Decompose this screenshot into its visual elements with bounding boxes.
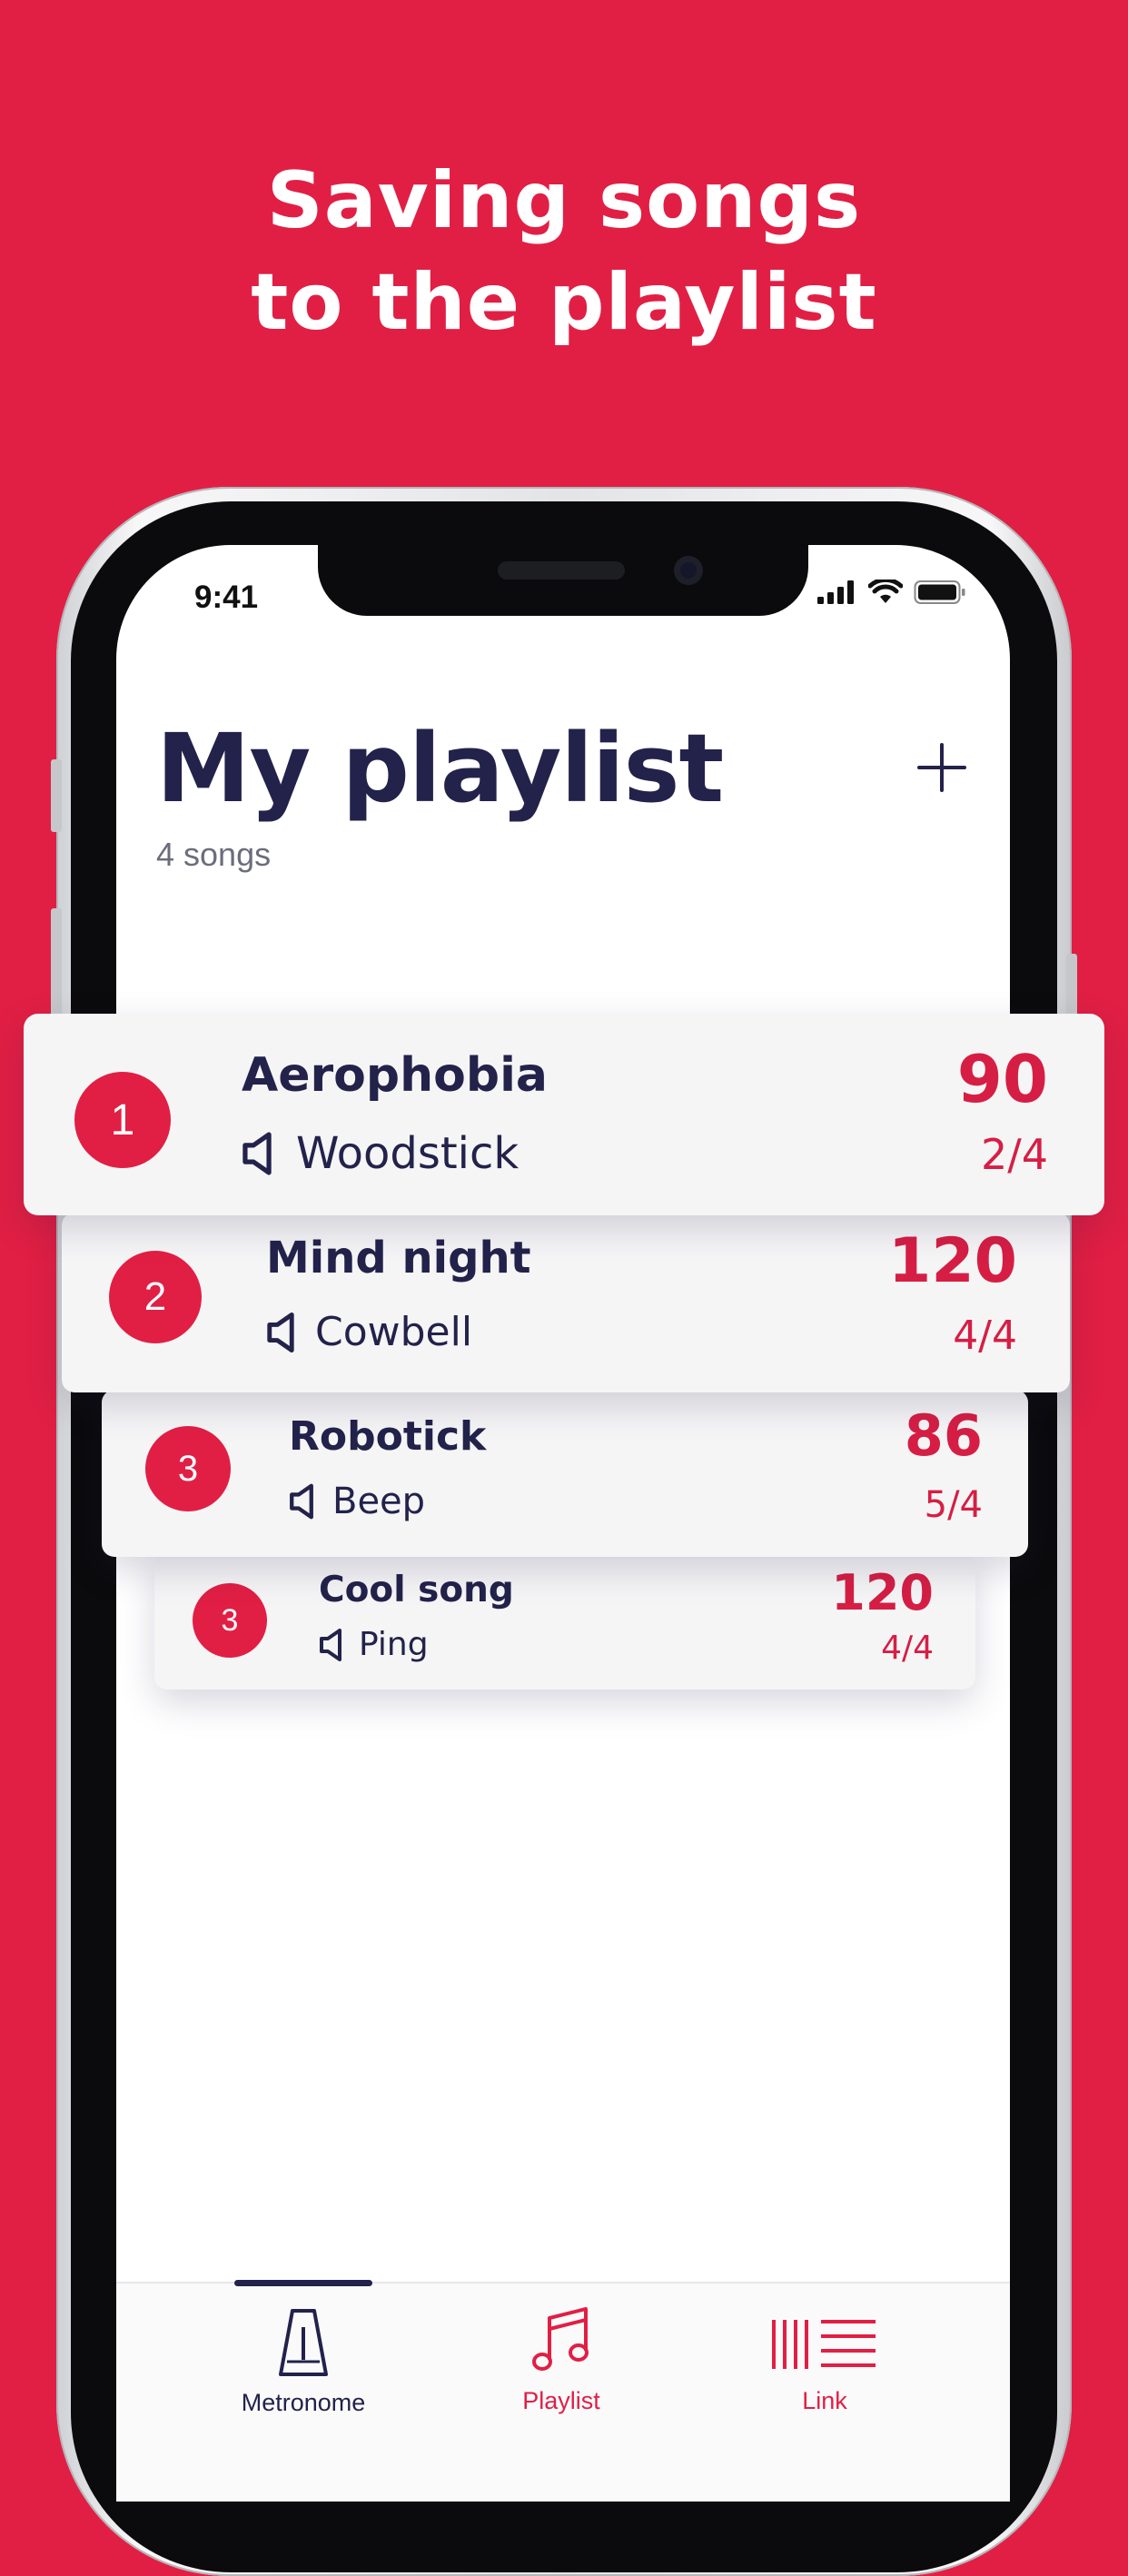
song-number-badge: 2	[109, 1251, 202, 1343]
page-title: My playlist	[156, 713, 724, 824]
link-bars-icon	[772, 2320, 876, 2369]
tab-metronome[interactable]: Metronome	[167, 2284, 440, 2465]
tab-label: Metronome	[241, 2389, 366, 2416]
song-bpm: 120	[888, 1225, 1017, 1297]
song-bpm: 120	[831, 1564, 934, 1621]
add-song-button[interactable]	[910, 736, 974, 799]
speaker-grille	[498, 561, 625, 580]
notch	[318, 545, 808, 616]
front-camera	[674, 556, 703, 585]
speaker-icon	[290, 1483, 313, 1520]
promo-headline: Saving songs to the playlist	[0, 150, 1128, 353]
tab-label: Playlist	[522, 2387, 600, 2414]
music-note-icon	[532, 2307, 589, 2371]
sound-name: Cowbell	[315, 1309, 473, 1355]
sound-name: Ping	[359, 1626, 429, 1663]
song-number-badge: 1	[74, 1072, 171, 1168]
playlist-item[interactable]: 2 Mind night Cowbell 120 4/4	[62, 1213, 1070, 1392]
time-signature: 2/4	[980, 1130, 1048, 1179]
headline-line-1: Saving songs	[266, 155, 862, 246]
sound-row: Woodstick	[242, 1128, 519, 1179]
playlist-item[interactable]: 3 Robotick Beep 86 5/4	[102, 1390, 1028, 1557]
battery-icon	[914, 580, 965, 604]
song-name: Cool song	[319, 1570, 514, 1610]
wifi-icon	[868, 580, 903, 603]
speaker-icon	[267, 1312, 294, 1352]
time-signature: 4/4	[881, 1630, 934, 1667]
sound-name: Beep	[332, 1481, 426, 1522]
song-count: 4 songs	[156, 836, 272, 873]
speaker-icon	[242, 1132, 272, 1175]
song-number-badge: 3	[193, 1583, 267, 1658]
status-time: 9:41	[194, 580, 259, 615]
headline-line-2: to the playlist	[251, 257, 877, 348]
song-name: Aerophobia	[242, 1048, 548, 1103]
song-bpm: 86	[904, 1402, 983, 1469]
playlist-item[interactable]: 1 Aerophobia Woodstick 90 2/4	[24, 1014, 1104, 1215]
tab-playlist[interactable]: Playlist	[425, 2284, 698, 2465]
song-name: Mind night	[266, 1233, 531, 1283]
phone-side-button	[51, 759, 62, 832]
sound-row: Cowbell	[266, 1309, 472, 1355]
time-signature: 4/4	[953, 1313, 1017, 1359]
signal-icon	[817, 580, 854, 604]
song-bpm: 90	[956, 1041, 1048, 1117]
sound-row: Beep	[289, 1481, 425, 1522]
sound-name: Woodstick	[296, 1128, 519, 1179]
status-icons	[817, 580, 966, 605]
song-number-badge: 3	[145, 1426, 231, 1511]
metronome-icon	[279, 2309, 328, 2376]
time-signature: 5/4	[924, 1484, 983, 1526]
speaker-icon	[320, 1628, 341, 1661]
tab-label: Link	[802, 2387, 847, 2414]
sound-row: Ping	[319, 1626, 429, 1663]
song-name: Robotick	[289, 1413, 487, 1460]
tab-link[interactable]: Link	[688, 2284, 961, 2465]
tab-bar: Metronome Playlist Link	[116, 2280, 1010, 2502]
playlist-item[interactable]: 3 Cool song Ping 120 4/4	[154, 1551, 975, 1689]
